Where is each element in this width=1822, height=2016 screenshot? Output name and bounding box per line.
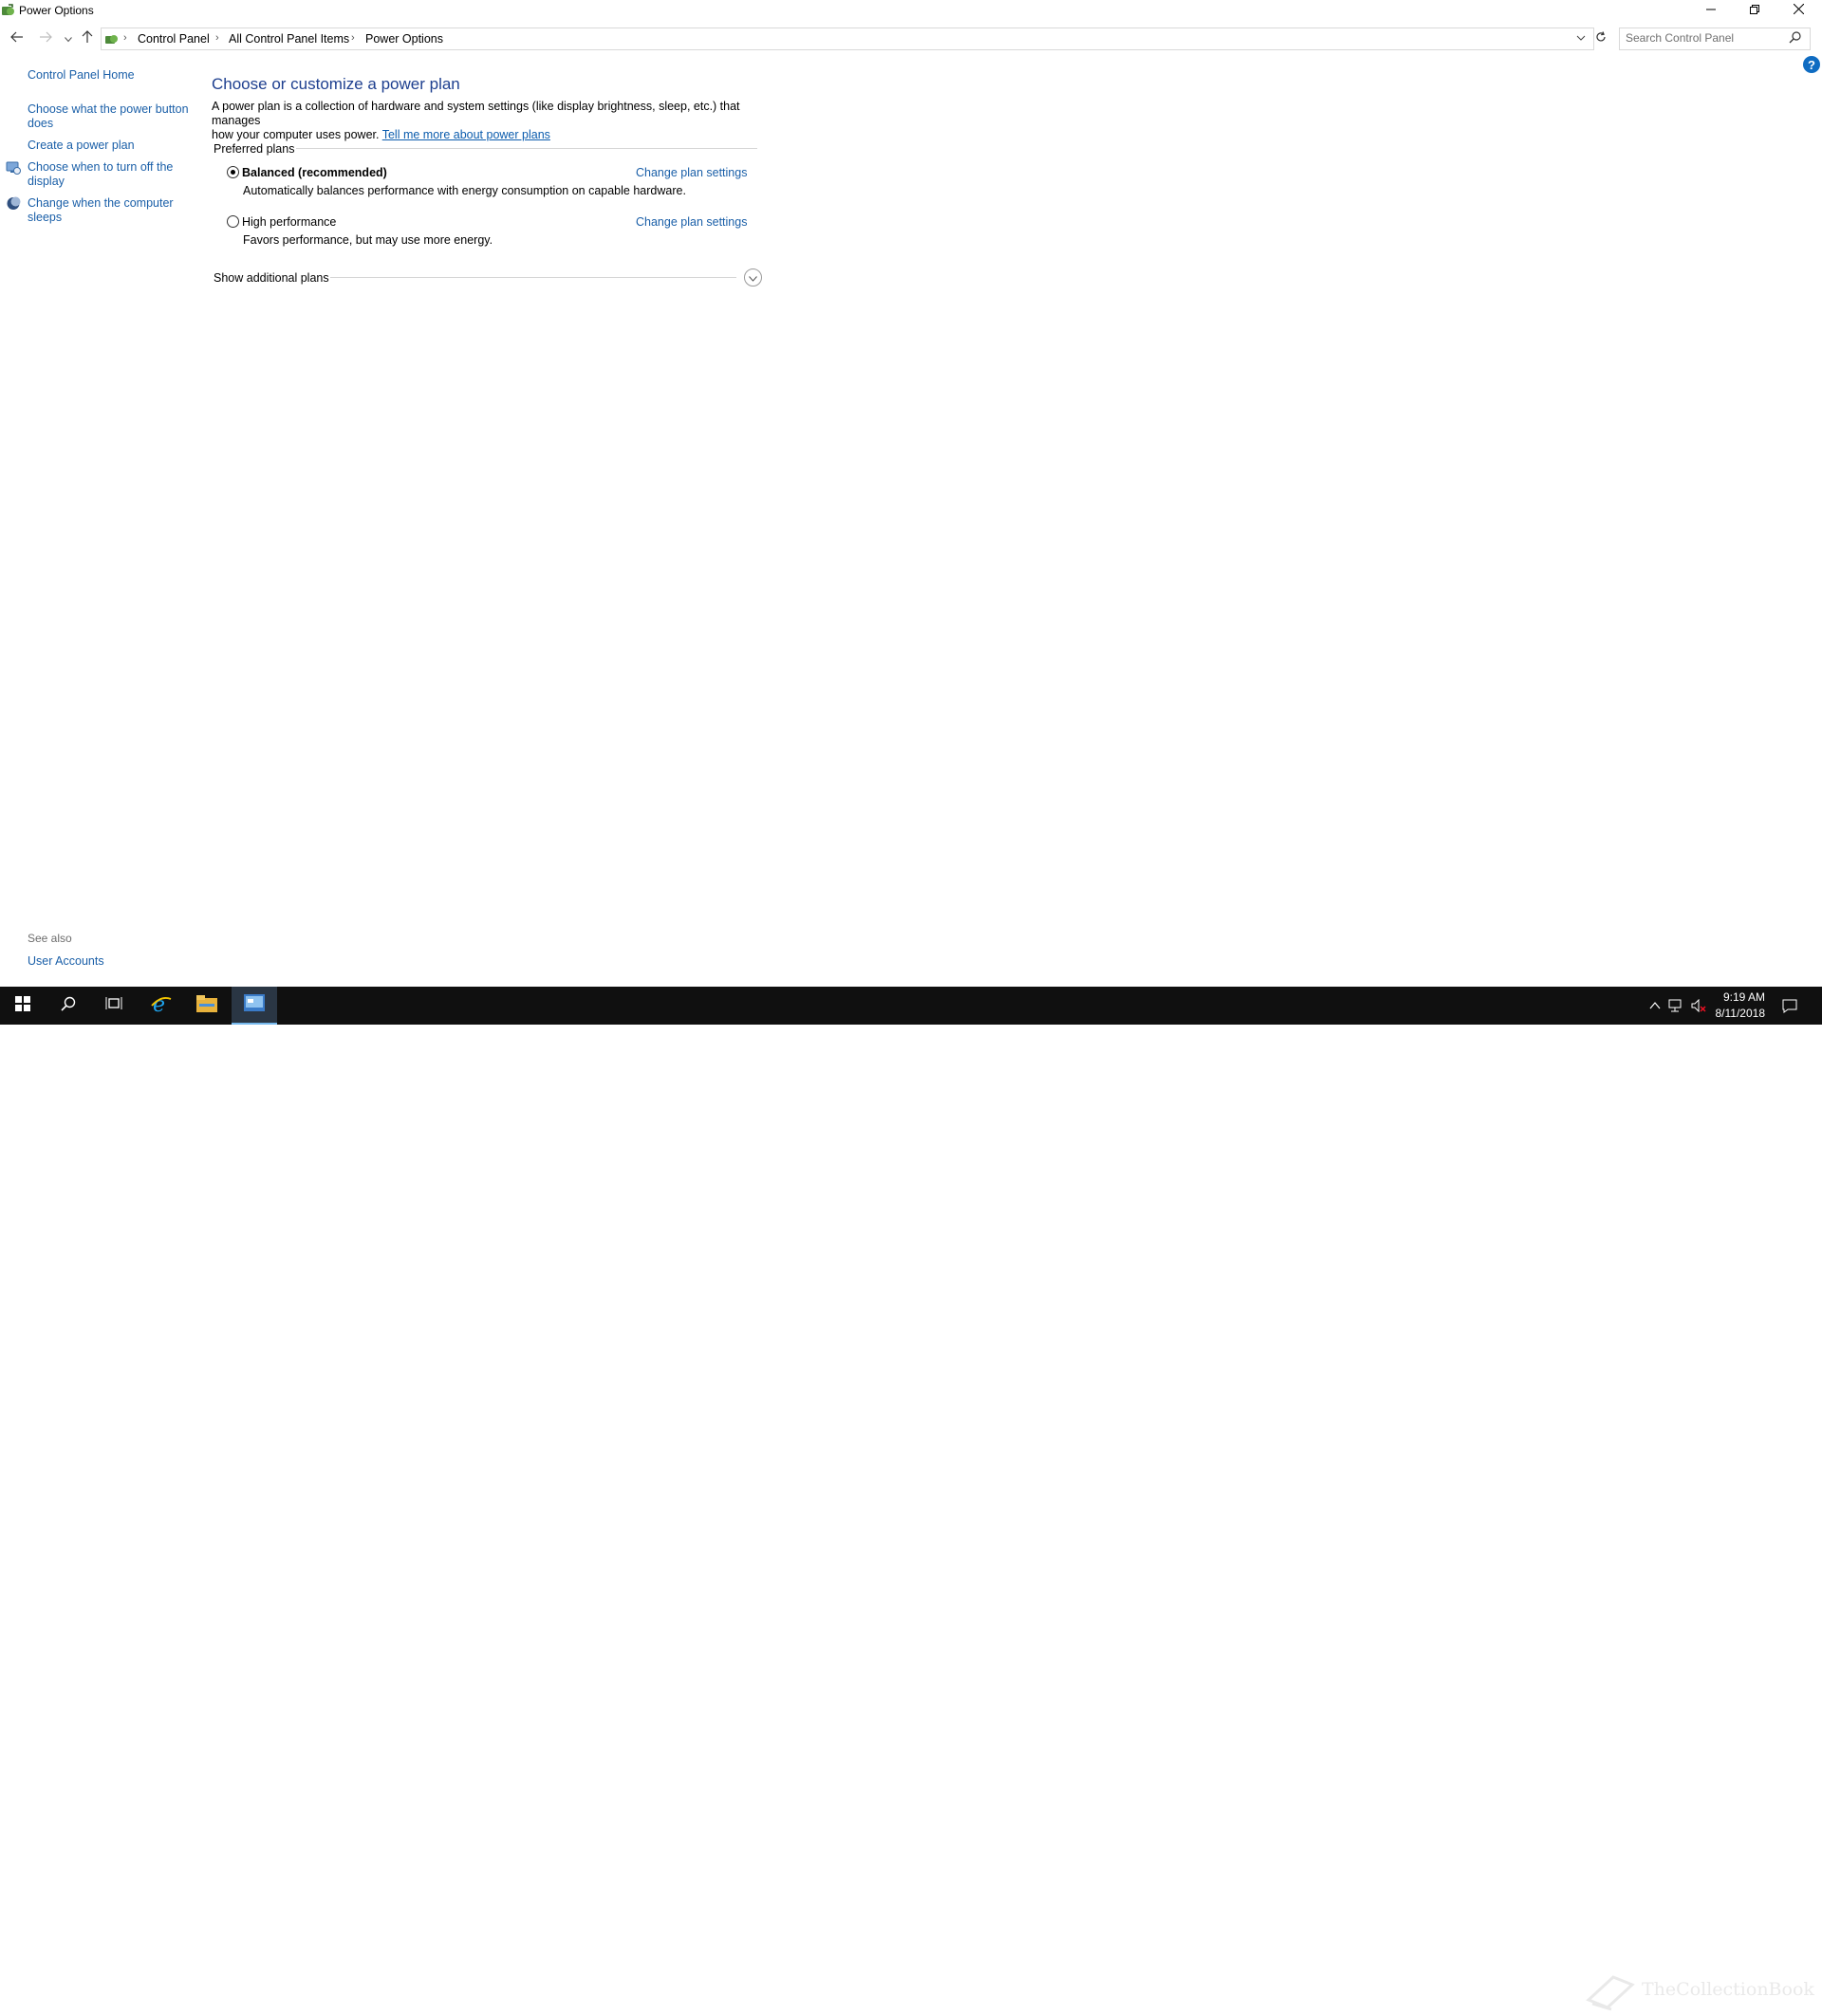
clock-date[interactable]: 8/11/2018	[1708, 1007, 1766, 1020]
control-panel-home-link[interactable]: Control Panel Home	[28, 68, 135, 83]
plan-name[interactable]: Balanced (recommended)	[242, 166, 387, 179]
close-button[interactable]	[1776, 0, 1820, 21]
control-panel-location-icon	[104, 31, 120, 51]
arrow-up-icon	[82, 29, 93, 48]
search-icon	[61, 996, 76, 1016]
description-text: how your computer uses power.	[212, 128, 380, 141]
start-icon	[15, 995, 30, 1016]
minimize-icon	[1706, 2, 1716, 19]
user-accounts-link[interactable]: User Accounts	[28, 954, 104, 969]
refresh-icon	[1595, 30, 1607, 47]
help-button[interactable]: ?	[1803, 56, 1820, 73]
volume-muted-icon[interactable]	[1691, 998, 1706, 1013]
change-plan-settings-link[interactable]: Change plan settings	[636, 215, 747, 229]
search-box	[1619, 28, 1811, 50]
arrow-right-icon	[39, 30, 52, 47]
up-button[interactable]	[79, 29, 96, 48]
chevron-up-icon[interactable]	[1647, 998, 1663, 1013]
page-description: A power plan is a collection of hardware…	[212, 100, 781, 142]
breadcrumb-all-items[interactable]: All Control Panel Items	[229, 32, 349, 46]
arrow-left-icon	[10, 30, 24, 47]
restore-button[interactable]	[1733, 0, 1776, 21]
forward-button[interactable]	[37, 30, 54, 47]
address-bar[interactable]: › Control Panel › All Control Panel Item…	[101, 28, 1594, 50]
file-explorer-button[interactable]	[184, 987, 230, 1025]
link-text-line: Choose when to turn off the	[28, 160, 174, 174]
start-button[interactable]	[0, 987, 46, 1025]
clock-time[interactable]: 9:19 AM	[1708, 990, 1765, 1004]
description-text: A power plan is a collection of hardware…	[212, 100, 740, 127]
close-icon	[1793, 2, 1804, 19]
moon-icon	[6, 196, 21, 215]
window-title: Power Options	[19, 4, 94, 17]
network-icon[interactable]	[1668, 998, 1683, 1013]
computer-sleeps-link[interactable]: Change when the computer sleeps	[28, 196, 174, 225]
back-button[interactable]	[9, 30, 26, 47]
help-icon: ?	[1808, 57, 1815, 72]
task-view-button[interactable]	[91, 987, 137, 1025]
taskbar-search-button[interactable]	[46, 987, 91, 1025]
see-also-heading: See also	[28, 932, 72, 945]
plan-radio-high-performance[interactable]	[227, 215, 239, 228]
expand-additional-plans-button[interactable]	[744, 268, 762, 287]
page-title: Choose or customize a power plan	[212, 75, 460, 93]
preferred-plans-label: Preferred plans	[214, 142, 295, 156]
internet-explorer-button[interactable]: e	[139, 987, 184, 1025]
file-explorer-icon	[196, 994, 217, 1017]
navigation-bar: › Control Panel › All Control Panel Item…	[0, 27, 1822, 51]
watermark-logo: TheCollectionBook	[1585, 1971, 1814, 2011]
control-panel-taskbar-button[interactable]	[232, 987, 277, 1025]
turn-off-display-link[interactable]: Choose when to turn off the display	[28, 160, 173, 189]
chevron-down-icon[interactable]	[1574, 31, 1588, 45]
plan-description: Automatically balances performance with …	[243, 184, 686, 197]
recent-locations-button[interactable]	[60, 30, 77, 47]
power-options-icon	[1, 3, 16, 23]
watermark-text: TheCollectionBook	[1642, 1979, 1814, 2000]
divider	[296, 148, 757, 149]
refresh-button[interactable]	[1591, 28, 1610, 49]
monitor-shield-icon	[6, 161, 21, 180]
taskbar: e TheCollectionBook	[0, 987, 1822, 2011]
link-text-line: does	[28, 117, 54, 130]
breadcrumb-separator: ›	[215, 32, 219, 44]
control-panel-icon	[244, 993, 265, 1016]
search-input[interactable]	[1626, 30, 1783, 46]
breadcrumb-separator: ›	[123, 32, 127, 44]
link-text-line: Change when the computer	[28, 196, 174, 210]
plan-name[interactable]: High performance	[242, 215, 336, 229]
power-button-task-link[interactable]: Choose what the power button does	[28, 102, 189, 131]
learn-more-link[interactable]: Tell me more about power plans	[382, 128, 550, 141]
title-bar: Power Options	[0, 0, 1822, 21]
change-plan-settings-link[interactable]: Change plan settings	[636, 166, 747, 179]
divider	[330, 277, 736, 278]
link-text-line: display	[28, 175, 65, 188]
notification-icon[interactable]	[1782, 998, 1797, 1013]
breadcrumb-power-options[interactable]: Power Options	[365, 32, 443, 46]
link-text-line: Choose what the power button	[28, 102, 189, 116]
task-view-icon	[105, 996, 122, 1016]
internet-explorer-icon: e	[151, 993, 172, 1019]
minimize-button[interactable]	[1689, 0, 1733, 21]
create-power-plan-link[interactable]: Create a power plan	[28, 139, 135, 153]
breadcrumb-control-panel[interactable]: Control Panel	[138, 32, 210, 46]
restore-icon	[1750, 2, 1759, 19]
breadcrumb-separator: ›	[351, 32, 355, 44]
chevron-down-icon	[749, 269, 757, 287]
show-additional-plans-label[interactable]: Show additional plans	[214, 271, 329, 285]
plan-radio-balanced[interactable]	[227, 166, 239, 178]
link-text-line: sleeps	[28, 211, 63, 224]
plan-description: Favors performance, but may use more ene…	[243, 233, 493, 247]
chevron-down-icon	[65, 30, 72, 47]
search-icon[interactable]	[1789, 31, 1801, 48]
